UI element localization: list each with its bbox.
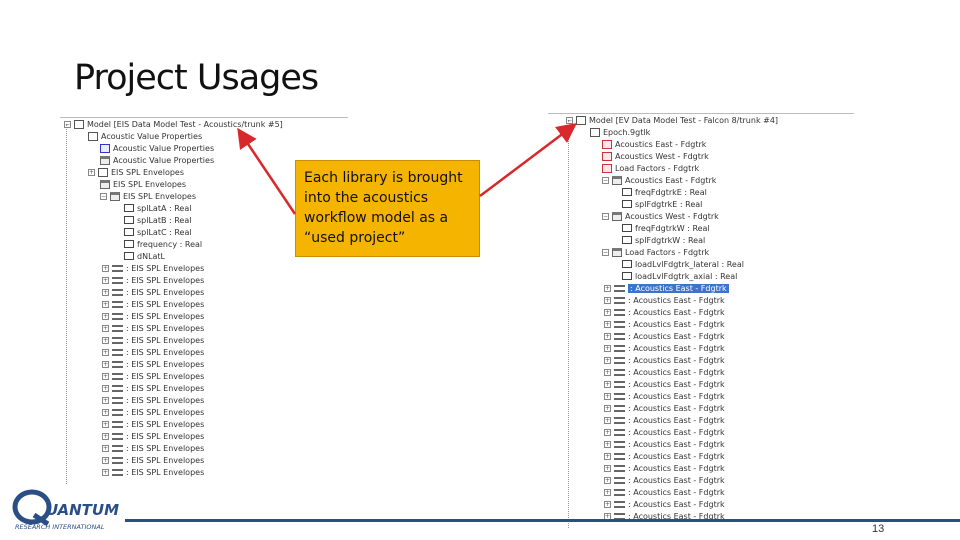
logo-tagline: RESEARCH INTERNATIONAL bbox=[15, 523, 105, 531]
callout-arrows bbox=[237, 122, 577, 215]
arrow-right bbox=[479, 122, 577, 197]
page-number: 13 bbox=[872, 523, 885, 535]
footer-bar bbox=[125, 519, 960, 522]
quantum-logo: UANTUM RESEARCH INTERNATIONAL bbox=[12, 489, 119, 531]
logo-word: UANTUM bbox=[46, 501, 119, 519]
arrow-left bbox=[237, 127, 297, 215]
